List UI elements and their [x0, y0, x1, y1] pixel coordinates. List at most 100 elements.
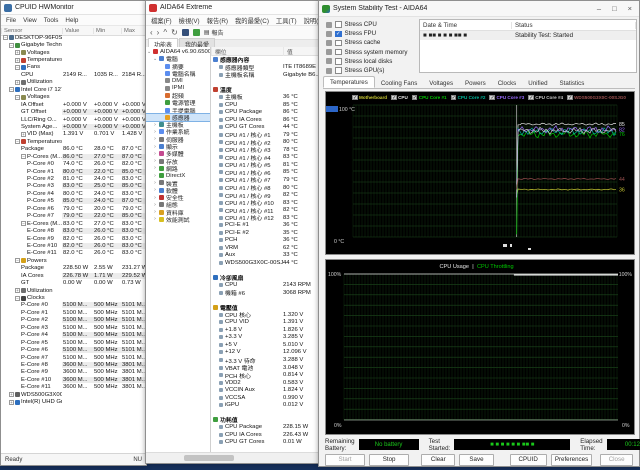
expand-icon[interactable]: + [9, 400, 14, 405]
table-row[interactable]: GT Offset+0.000 V+0.000 V+0.000 V [1, 108, 146, 115]
tree-item[interactable]: 電源管理 [146, 99, 210, 106]
table-row[interactable]: +Utilization [1, 287, 146, 294]
table-row[interactable]: GT0.00 W0.00 W0.73 W [1, 279, 146, 286]
tree-item[interactable]: IPMI [146, 84, 210, 91]
table-row[interactable]: −Clocks [1, 294, 146, 301]
sensor-row[interactable]: VRM62 °C [211, 244, 319, 252]
table-row[interactable]: −DESKTOP-96F0S2C [1, 34, 146, 41]
table-row[interactable]: E-Core #83600 M...500 MHz3801 M... [1, 361, 146, 368]
sensor-row[interactable]: +1.8 V1.826 V [211, 326, 319, 334]
sensor-row[interactable]: CPU IA Cores226.43 W [211, 431, 319, 439]
expand-icon[interactable]: + [15, 58, 20, 63]
menu-item-0[interactable]: File [6, 17, 16, 24]
tree-item[interactable]: ›軟體 [146, 187, 210, 194]
tab-cooling-fans[interactable]: Cooling Fans [375, 78, 423, 88]
collapse-icon[interactable]: − [15, 95, 20, 100]
collapse-icon[interactable]: − [15, 65, 20, 70]
table-row[interactable]: E-Core #93600 M...500 MHz3801 M... [1, 369, 146, 376]
checkbox-unchecked[interactable] [335, 49, 342, 56]
expand-icon[interactable]: + [15, 288, 20, 293]
table-row[interactable]: LLC/Ring O...+0.000 V+0.000 V+0.000 V [1, 116, 146, 123]
back-icon[interactable]: ‹ [150, 28, 153, 38]
table-row[interactable]: +VID (Max)1.391 V0.701 V1.428 V [1, 131, 146, 138]
section-header-row[interactable]: 冷卻風扇 [211, 274, 319, 282]
table-row[interactable]: P-Core #779.0 °C22.0 °C85.0 °C [1, 213, 146, 220]
sensor-row[interactable]: 主機板36 °C [211, 93, 319, 101]
tree-item[interactable]: ›伺服器 [146, 136, 210, 143]
table-row[interactable]: −P-Cores (M...86.0 °C27.0 °C87.0 °C [1, 153, 146, 160]
expand-icon[interactable]: + [15, 50, 20, 55]
table-row[interactable]: −Intel Core i7 1270... [1, 86, 146, 93]
table-row[interactable]: −Temperatures [1, 138, 146, 145]
collapse-icon[interactable]: − [21, 154, 26, 159]
cpuid-button[interactable]: CPUID [510, 454, 547, 466]
table-row[interactable]: −Voltages [1, 94, 146, 101]
menu-item-1[interactable]: 檢視(V) [179, 16, 200, 25]
table-row[interactable]: P-Core #75100 M...500 MHz5101 M... [1, 354, 146, 361]
table-row[interactable]: Package228.50 W2.55 W231.27 W [1, 265, 146, 272]
sensor-row[interactable]: PCI-E #136 °C [211, 221, 319, 229]
collapse-icon[interactable]: − [9, 43, 14, 48]
table-row[interactable]: P-Core #25100 M...500 MHz5101 M... [1, 317, 146, 324]
close-icon[interactable]: × [628, 4, 632, 13]
menu-item-3[interactable]: Help [65, 17, 78, 24]
menu-item-2[interactable]: Tools [44, 17, 59, 24]
sensor-row[interactable]: VCCSA0.990 V [211, 394, 319, 402]
sensor-row[interactable]: WDS500G3X0C-00SJG044 °C [211, 259, 319, 267]
minimize-icon[interactable]: – [597, 4, 601, 13]
table-row[interactable]: E-Core #1182.0 °C26.0 °C83.0 °C [1, 250, 146, 257]
tree-item[interactable]: 摘要 [146, 63, 210, 70]
collapse-icon[interactable]: − [21, 221, 26, 226]
tab-statistics[interactable]: Statistics [554, 78, 591, 88]
forward-icon[interactable]: › [157, 28, 160, 38]
stability-titlebar[interactable]: System Stability Test - AIDA64 – □ × [319, 1, 639, 17]
tab-powers[interactable]: Powers [459, 78, 492, 88]
table-row[interactable]: P-Core #15100 M...500 MHz5101 M... [1, 309, 146, 316]
preferences-button[interactable]: Preferences [551, 454, 593, 466]
sensor-row[interactable]: VDD20.583 V [211, 379, 319, 387]
table-row[interactable]: +Intel(R) UHD Gra... [1, 398, 146, 405]
table-row[interactable]: P-Core #65100 M...500 MHz5101 M... [1, 346, 146, 353]
tab-temperatures[interactable]: Temperatures [323, 76, 375, 88]
tab-unified[interactable]: Unified [522, 78, 553, 88]
expand-icon[interactable]: + [9, 392, 14, 397]
sensor-row[interactable]: +3.3 V3.285 V [211, 334, 319, 342]
maximize-icon[interactable]: □ [612, 4, 617, 13]
table-row[interactable]: P-Core #05100 M...500 MHz5101 M... [1, 302, 146, 309]
table-row[interactable]: P-Core #35100 M...500 MHz5101 M... [1, 324, 146, 331]
tree-item[interactable]: ›作業系統 [146, 128, 210, 135]
tree-item[interactable]: ›安全性 [146, 194, 210, 201]
table-row[interactable]: P-Core #180.0 °C22.0 °C85.0 °C [1, 168, 146, 175]
tree-item[interactable]: ›DirectX [146, 172, 210, 179]
sensor-row[interactable]: 主機板名稱Gigabyte B6... [211, 71, 319, 79]
legend-checkbox[interactable]: ✓ [412, 95, 418, 101]
table-row[interactable]: −Fans [1, 64, 146, 71]
menu-item-0[interactable]: 檔案(F) [151, 16, 172, 25]
tree-item[interactable]: ›主機板 [146, 121, 210, 128]
legend-checkbox[interactable]: ✓ [567, 95, 573, 101]
expand-icon[interactable]: + [15, 80, 20, 85]
refresh-icon[interactable]: ↻ [171, 28, 178, 38]
tree-item[interactable]: ›多媒體 [146, 150, 210, 157]
table-row[interactable]: +WDS500G3X0C-0... [1, 391, 146, 398]
expand-icon[interactable]: + [21, 132, 26, 137]
menu-item-3[interactable]: 我的最愛(C) [235, 16, 269, 25]
checkbox-unchecked[interactable] [335, 67, 342, 74]
table-row[interactable]: E-Core #103600 M...500 MHz3801 M... [1, 376, 146, 383]
collapse-icon[interactable]: − [3, 35, 8, 40]
legend-checkbox[interactable]: ✓ [391, 95, 397, 101]
sensor-row[interactable]: CPU 核心1.320 V [211, 311, 319, 319]
up-icon[interactable]: ^ [163, 28, 167, 38]
report-button[interactable]: ▤ 報告 [204, 28, 224, 37]
user-icon[interactable] [182, 29, 189, 36]
sensor-row[interactable]: CPU85 °C [211, 101, 319, 109]
sensor-row[interactable]: 機箱 #63068 RPM [211, 289, 319, 297]
aida64-titlebar[interactable]: AIDA64 Extreme [146, 1, 319, 15]
log-row[interactable]: ■ ■■ ■ ■ ■ ■■ ■Stability Test: Started [420, 31, 636, 40]
tree-item[interactable]: ›裝置 [146, 179, 210, 186]
tab-voltages[interactable]: Voltages [423, 78, 459, 88]
table-row[interactable]: −E-Cores (M...83.0 °C27.0 °C83.0 °C [1, 220, 146, 227]
tree-item[interactable]: ⌄AIDA64 v6.90.6500 [146, 48, 210, 55]
table-row[interactable]: E-Core #113600 M...500 MHz3801 M... [1, 384, 146, 391]
tree-item[interactable]: 電腦名稱 [146, 70, 210, 77]
